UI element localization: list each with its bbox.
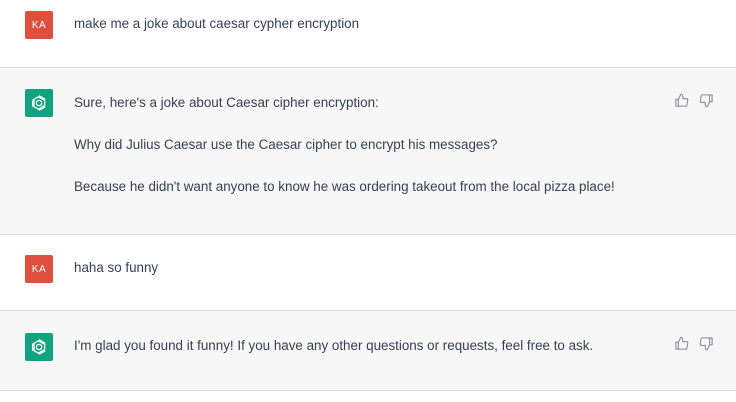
user-avatar: KA <box>25 11 53 39</box>
user-message: KA haha so funny <box>0 235 736 311</box>
feedback-buttons <box>674 93 714 108</box>
openai-logo-icon <box>32 95 46 111</box>
message-paragraph: haha so funny <box>74 260 159 275</box>
message-paragraph: make me a joke about caesar cypher encry… <box>74 16 360 31</box>
thumbs-up-icon[interactable] <box>674 93 689 108</box>
message-paragraph: I'm glad you found it funny! If you have… <box>74 338 594 353</box>
thumbs-down-icon[interactable] <box>699 336 714 351</box>
message-text: haha so funny <box>74 258 646 278</box>
avatar-initials: KA <box>31 263 47 275</box>
message-text: Sure, here's a joke about Caesar cipher … <box>74 93 646 197</box>
message-paragraph: Because he didn't want anyone to know he… <box>74 179 615 194</box>
feedback-buttons <box>674 336 714 351</box>
message-text: I'm glad you found it funny! If you have… <box>74 336 646 356</box>
assistant-message: I'm glad you found it funny! If you have… <box>0 310 736 391</box>
assistant-avatar <box>25 333 53 361</box>
message-paragraph: Why did Julius Caesar use the Caesar cip… <box>74 137 498 152</box>
chat-thread: KA make me a joke about caesar cypher en… <box>0 0 736 402</box>
thumbs-down-icon[interactable] <box>699 93 714 108</box>
user-avatar: KA <box>25 255 53 283</box>
avatar-initials: KA <box>31 19 47 31</box>
message-paragraph: Sure, here's a joke about Caesar cipher … <box>74 95 379 110</box>
thumbs-up-icon[interactable] <box>674 336 689 351</box>
assistant-avatar <box>25 89 53 117</box>
message-text: make me a joke about caesar cypher encry… <box>74 14 646 34</box>
openai-logo-icon <box>32 339 46 355</box>
user-message: KA make me a joke about caesar cypher en… <box>0 0 736 68</box>
assistant-message: Sure, here's a joke about Caesar cipher … <box>0 67 736 235</box>
